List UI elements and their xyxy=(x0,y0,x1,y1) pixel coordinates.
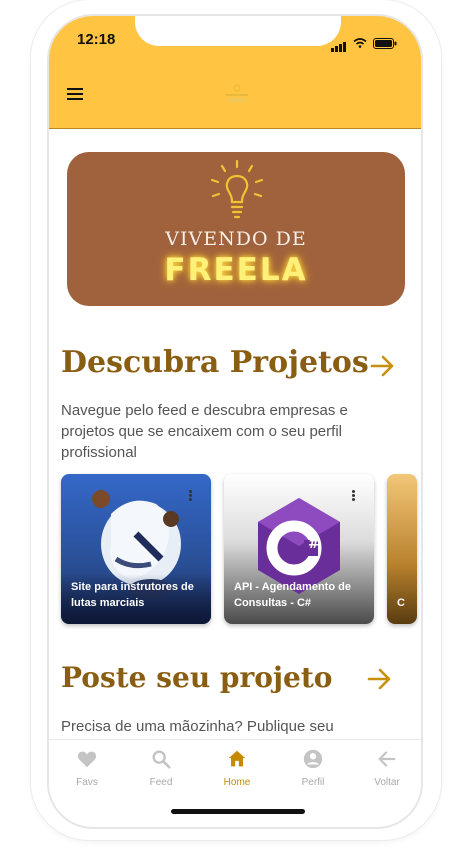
status-time: 12:18 xyxy=(77,31,116,48)
tab-label: Feed xyxy=(149,777,173,788)
back-arrow-icon xyxy=(378,751,396,767)
tab-feed[interactable]: Feed xyxy=(131,740,191,795)
discover-arrow-icon[interactable] xyxy=(370,355,396,377)
search-icon xyxy=(152,750,171,769)
status-icons xyxy=(331,34,397,52)
wifi-icon xyxy=(353,38,367,48)
tab-label: Perfil xyxy=(301,777,325,788)
lightbulb-icon xyxy=(210,159,264,219)
project-card-title: API - Agendamento de Consultas - C# xyxy=(234,581,351,609)
post-title: Poste seu projeto xyxy=(61,661,333,694)
tab-home[interactable]: Home xyxy=(207,740,267,795)
signal-icon xyxy=(331,34,347,52)
scroll-content[interactable]: VIVENDO DE FREELA Descubra Projetos Nave… xyxy=(49,129,421,739)
app-logo xyxy=(221,82,253,106)
tab-voltar[interactable]: Voltar xyxy=(357,740,417,795)
project-card[interactable]: C xyxy=(387,474,417,624)
device-notch xyxy=(135,16,341,46)
project-card-title: C xyxy=(397,597,405,609)
tab-perfil[interactable]: Perfil xyxy=(283,740,343,795)
tab-label: Voltar xyxy=(374,777,400,788)
tab-label: Favs xyxy=(76,777,98,788)
project-card-title: Site para instrutores de lutas marciais xyxy=(71,581,194,609)
home-indicator xyxy=(171,809,305,814)
project-card[interactable]: Site para instrutores de lutas marciais xyxy=(61,474,211,624)
banner-title: VIVENDO DE xyxy=(165,228,307,250)
post-arrow-icon[interactable] xyxy=(367,668,393,690)
more-options-icon[interactable] xyxy=(189,490,193,502)
discover-title: Descubra Projetos xyxy=(61,345,369,380)
app-screen: 12:18 VIVENDO DE FREELA Descubra Projeto… xyxy=(47,14,423,829)
projects-carousel[interactable]: Site para instrutores de lutas marciais … xyxy=(61,474,421,624)
post-description: Precisa de uma mãozinha? Publique seu xyxy=(61,718,334,735)
project-card[interactable]: # API - Agendamento de Consultas - C# xyxy=(224,474,374,624)
user-icon xyxy=(303,749,323,769)
hero-banner: VIVENDO DE FREELA xyxy=(67,152,405,306)
svg-text:#: # xyxy=(308,536,320,552)
tab-label: Home xyxy=(223,777,251,788)
bottom-tab-bar: Favs Feed Home Perfil Voltar xyxy=(49,739,421,795)
battery-icon xyxy=(373,37,397,49)
app-header: 12:18 xyxy=(49,16,421,129)
discover-description: Navegue pelo feed e descubra empresas e … xyxy=(61,402,348,461)
heart-icon xyxy=(77,751,97,768)
more-options-icon[interactable] xyxy=(352,490,356,502)
banner-subtitle: FREELA xyxy=(164,252,308,288)
home-icon xyxy=(228,750,246,767)
menu-icon[interactable] xyxy=(67,88,83,102)
tab-favs[interactable]: Favs xyxy=(57,740,117,795)
